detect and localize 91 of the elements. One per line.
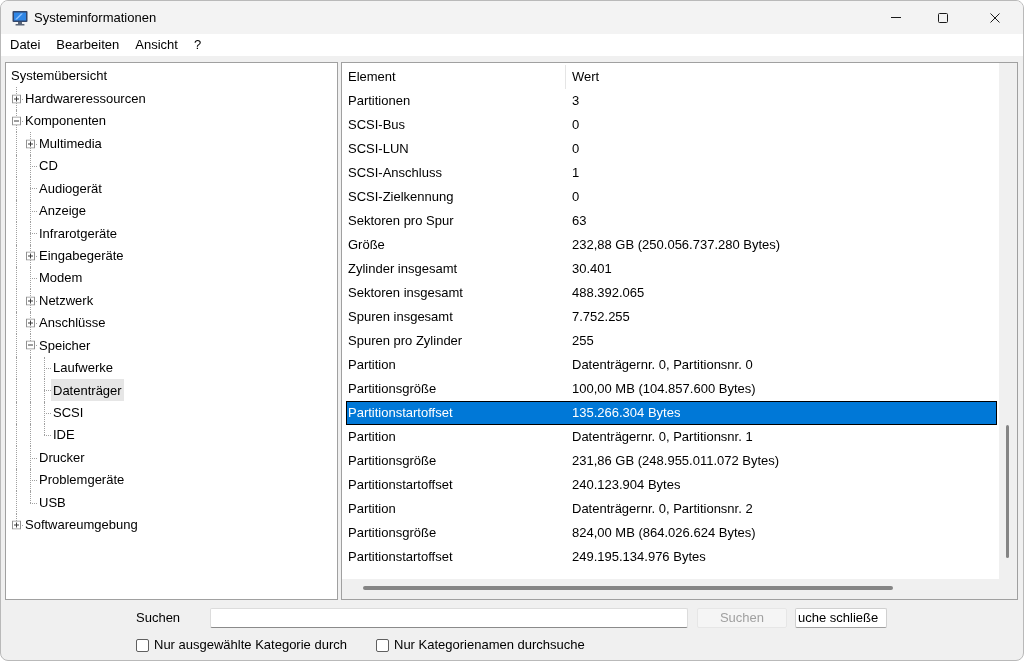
checkbox[interactable] [136,638,149,652]
tree-item[interactable]: Eingabegeräte [37,244,126,267]
plus-box-icon[interactable] [26,296,35,306]
table-cell-text: Partitionstartoffset [347,548,454,567]
table-cell-text: 231,86 GB (248.955.011.072 Bytes) [571,452,781,471]
minus-box-icon[interactable] [12,116,21,126]
checkbox-label: Nur ausgewählte Kategorie durch [154,636,348,655]
table-cell-text: Datenträgernr. 0, Partitionsnr. 0 [571,356,754,375]
table-cell-text: Größe [347,236,386,255]
table-cell-text: Partition [347,428,397,447]
tree-item[interactable]: Modem [37,267,85,290]
minimize-icon [891,17,901,18]
minus-box-icon[interactable] [26,340,35,350]
checkbox[interactable] [376,638,389,652]
table-cell-text: 1 [571,164,581,183]
table-cell-text: 63 [571,212,588,231]
scrollbar-thumb[interactable] [1006,425,1009,558]
table-cell: Partitionstartoffset [346,401,566,425]
table-cell-text: 249.195.134.976 Bytes [571,548,707,567]
table-cell-text: 100,00 MB (104.857.600 Bytes) [571,380,757,399]
table-cell-text: 30.401 [571,260,613,279]
table-cell-text: Partitionsgröße [347,380,438,399]
maximize-icon [937,12,948,23]
search-label: Suchen [136,609,182,628]
tree-item[interactable]: SCSI [51,401,86,424]
window-title: Systeminformationen [34,8,157,27]
table-cell-text: 3 [571,92,581,111]
menu-item[interactable]: Ansicht [127,34,186,56]
close-search-button[interactable]: uche schließe [795,608,887,628]
tree-item[interactable]: Softwareumgebung [23,513,140,536]
tree-item[interactable]: IDE [51,424,77,447]
table-cell-text: Zylinder insgesamt [347,260,459,279]
tree-item[interactable]: Anschlüsse [37,312,108,335]
table-cell-text: 0 [571,188,581,207]
table-cell-text: Sektoren pro Spur [347,212,455,231]
tree-item[interactable]: Problemgeräte [37,469,127,492]
plus-box-icon[interactable] [26,139,35,149]
plus-box-icon[interactable] [26,318,35,328]
tree-item[interactable]: Speicher [37,334,93,357]
tree-item[interactable]: Datenträger [51,379,124,402]
tree-item[interactable]: Anzeige [37,199,88,222]
column-header[interactable]: Wert [566,65,997,89]
table-cell-text: Datenträgernr. 0, Partitionsnr. 2 [571,500,754,519]
table-cell-text: Sektoren insgesamt [347,284,464,303]
scrollbar-thumb[interactable] [363,586,893,590]
search-field[interactable] [210,608,688,628]
table-cell-text: 240.123.904 Bytes [571,476,682,495]
tree-item[interactable]: USB [37,491,68,514]
plus-box-icon[interactable] [12,94,21,104]
table-cell-text: 824,00 MB (864.026.624 Bytes) [571,524,757,543]
tree-item[interactable]: CD [37,154,60,177]
table-cell-text: 0 [571,140,581,159]
menu-item[interactable]: Datei [2,34,49,56]
column-header[interactable]: Element [346,65,566,89]
table-cell: 135.266.304 Bytes [566,401,997,425]
table-cell-text: Partitionen [347,92,412,111]
monitor-icon [12,9,28,26]
vertical-scrollbar[interactable] [999,63,1017,579]
table-cell-text: Partition [347,500,397,519]
menu-item[interactable]: Bearbeiten [48,34,128,56]
table-cell-text: SCSI-LUN [347,140,410,159]
table-cell-text: Spuren insgesamt [347,308,454,327]
checkbox-label: Nur Kategorienamen durchsuche [394,636,585,655]
table-cell-text: Datenträgernr. 0, Partitionsnr. 1 [571,428,754,447]
tree-item[interactable]: Laufwerke [51,356,115,379]
table-cell-text: 232,88 GB (250.056.737.280 Bytes) [571,236,782,255]
plus-box-icon[interactable] [12,520,21,530]
table-cell-text: Partitionsgröße [347,452,438,471]
table-cell-text: SCSI-Anschluss [347,164,443,183]
tree-item[interactable]: Multimedia [37,132,104,155]
tree-item[interactable]: Audiogerät [37,177,104,200]
tree-item[interactable]: Netzwerk [37,289,96,312]
table-cell-text: 7.752.255 [571,308,631,327]
tree-item[interactable]: Systemübersicht [9,65,110,88]
table-cell-text: SCSI-Bus [347,116,407,135]
table-cell-text: Partitionsgröße [347,524,438,543]
table-cell-text: Spuren pro Zylinder [347,332,464,351]
table-cell-text: 488.392.065 [571,284,646,303]
menu-item[interactable]: ? [185,34,210,56]
table-cell-text: SCSI-Zielkennung [347,188,455,207]
table-cell-text: 0 [571,116,581,135]
table-cell-text: Partition [347,356,397,375]
tree-item[interactable]: Drucker [37,446,87,469]
table-cell-text: 255 [571,332,595,351]
tree-item[interactable]: Infrarotgeräte [37,222,120,245]
table-cell-text: Partitionstartoffset [347,476,454,495]
horizontal-scrollbar[interactable] [342,579,1017,599]
tree-item[interactable]: Hardwareressourcen [23,87,148,110]
close-icon [989,12,1000,23]
tree-item[interactable]: Komponenten [23,110,108,133]
plus-box-icon[interactable] [26,251,35,261]
